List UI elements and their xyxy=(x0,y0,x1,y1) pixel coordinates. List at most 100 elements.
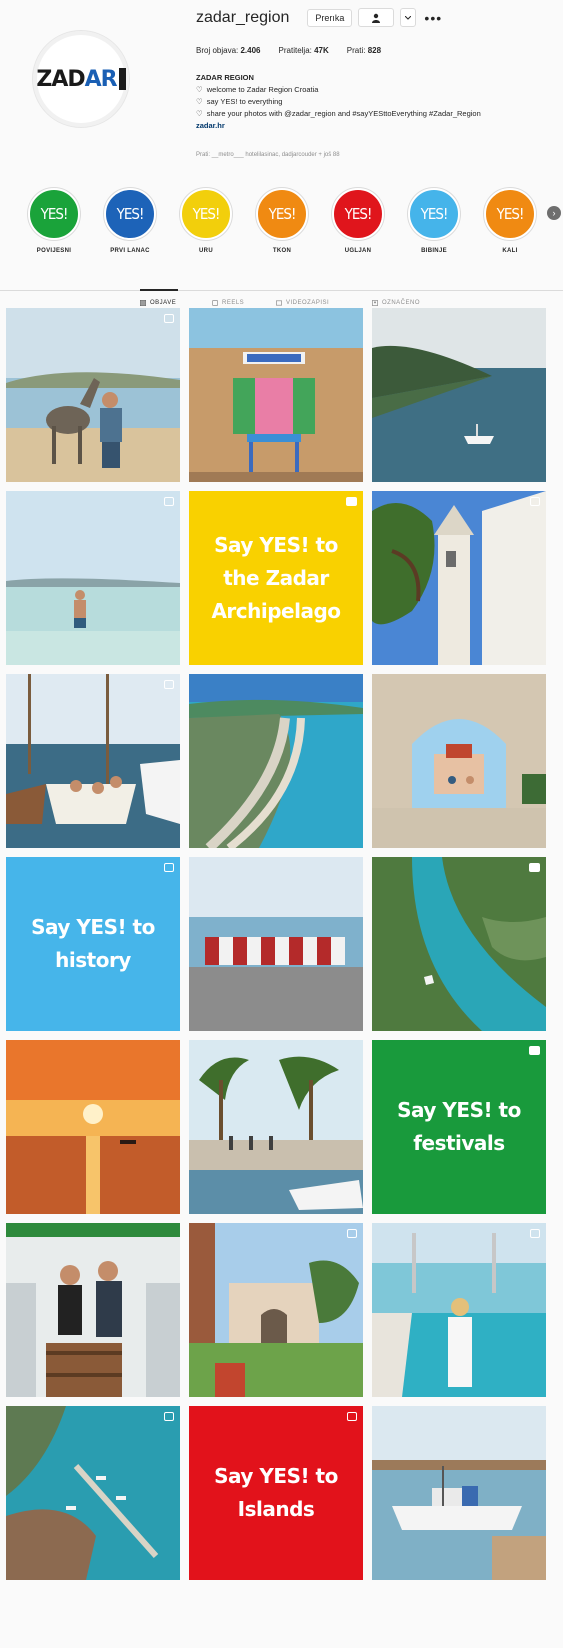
post-caption-text: Say YES! to history xyxy=(31,915,155,972)
tab-reels[interactable]: REELS xyxy=(212,300,244,306)
post-photo-church-tower[interactable] xyxy=(372,491,546,665)
video-icon xyxy=(529,863,540,872)
post-image xyxy=(372,857,546,1031)
heart-icon: ♡ xyxy=(196,85,203,94)
video-icon xyxy=(529,1046,540,1055)
video-icon xyxy=(276,300,282,306)
profile-avatar[interactable]: ZAD AR xyxy=(32,30,130,128)
highlight-label: BIBINJE xyxy=(421,248,447,254)
highlight-ugljan[interactable]: YES! UGLJAN xyxy=(323,188,393,254)
highlight-cover: YES! xyxy=(104,188,156,240)
post-photo-coast-boat[interactable] xyxy=(372,308,546,482)
carousel-icon xyxy=(530,497,540,506)
bio-line: ♡ welcome to Zadar Region Croatia xyxy=(196,85,319,94)
highlight-prvi-lanac[interactable]: YES! PRVI LANAC xyxy=(95,188,165,254)
post-photo-folk-group[interactable] xyxy=(189,857,363,1031)
highlight-label: TKON xyxy=(272,248,292,254)
post-text-tile[interactable]: Say YES! to history xyxy=(6,857,180,1031)
post-image xyxy=(189,308,363,482)
post-photo-man-shallow-sea[interactable] xyxy=(6,491,180,665)
bio-name: ZADAR REGION xyxy=(196,73,254,82)
post-text-tile[interactable]: Say YES! to the Zadar Archipelago xyxy=(189,491,363,665)
highlights-next-icon[interactable]: › xyxy=(547,206,561,220)
post-image xyxy=(6,1406,180,1580)
carousel-icon xyxy=(164,680,174,689)
carousel-icon xyxy=(530,1229,540,1238)
highlight-label: POVIJESNI xyxy=(36,248,72,254)
post-image xyxy=(372,308,546,482)
bio-line: ♡ share your photos with @zadar_region an… xyxy=(196,109,481,118)
highlight-tkon[interactable]: YES! TKON xyxy=(247,188,317,254)
post-caption-text: Say YES! to the Zadar Archipelago xyxy=(211,532,341,623)
tab-tagged[interactable]: OZNAČENO xyxy=(372,300,420,306)
chevron-down-button[interactable] xyxy=(400,8,417,27)
post-text-tile[interactable]: Say YES! to Islands xyxy=(189,1406,363,1580)
chevron-down-icon xyxy=(405,15,412,20)
post-photo-fishing-boats[interactable] xyxy=(372,1406,546,1580)
post-photo-woman-pool[interactable] xyxy=(372,1223,546,1397)
post-image xyxy=(372,491,546,665)
video-icon xyxy=(346,497,357,506)
post-photo-canal-aerial[interactable] xyxy=(372,857,546,1031)
tab-posts[interactable]: OBJAVE xyxy=(140,300,176,306)
tagged-icon xyxy=(372,300,378,306)
profile-bio: ZADAR REGION ♡ welcome to Zadar Region Cr… xyxy=(196,72,546,132)
follow-person-button[interactable] xyxy=(358,8,395,27)
post-photo-harbour-palms[interactable] xyxy=(189,1040,363,1214)
grid-icon xyxy=(140,300,146,306)
post-photo-stone-arch[interactable] xyxy=(372,674,546,848)
carousel-icon xyxy=(347,1412,357,1421)
story-highlights: YES! POVIJESNI YES! PRVI LANAC YES! URU YES! TK… xyxy=(0,188,563,260)
more-options-icon[interactable]: ••• xyxy=(424,10,442,26)
post-image xyxy=(6,674,180,848)
post-image xyxy=(6,1040,180,1214)
post-image xyxy=(189,674,363,848)
followed-by-text[interactable]: Prati: __metro___ hotelilasinac, dadjarc… xyxy=(196,152,340,158)
highlight-cover: YES! xyxy=(408,188,460,240)
highlight-cover: YES! xyxy=(180,188,232,240)
highlight-cover: YES! xyxy=(332,188,384,240)
post-text-tile[interactable]: Say YES! to festivals xyxy=(372,1040,546,1214)
post-image xyxy=(372,1223,546,1397)
heart-icon: ♡ xyxy=(196,109,203,118)
follow-button[interactable]: Prerıka xyxy=(307,8,353,27)
post-image xyxy=(372,1406,546,1580)
bio-line: ♡ say YES! to everything xyxy=(196,97,283,106)
stat-followers[interactable]: Pratitelja: 47K xyxy=(279,46,329,55)
logo-text-zad: ZAD xyxy=(36,66,85,92)
tab-videos[interactable]: VIDEOZAPISI xyxy=(276,300,329,306)
post-photo-aerial-marina[interactable] xyxy=(6,1406,180,1580)
username-row: zadar_region Prerıka ••• xyxy=(196,8,442,27)
profile-stats: Broj objava: 2.406 Pratitelja: 47K Prati… xyxy=(196,46,399,55)
stat-posts: Broj objava: 2.406 xyxy=(196,46,261,55)
post-image xyxy=(6,1223,180,1397)
reels-icon xyxy=(212,300,218,306)
post-image xyxy=(372,674,546,848)
highlight-kali[interactable]: YES! KALI xyxy=(475,188,545,254)
post-caption-text: Say YES! to Islands xyxy=(214,1464,338,1521)
heart-icon: ♡ xyxy=(196,97,203,106)
highlight-bibinje[interactable]: YES! BIBINJE xyxy=(399,188,469,254)
stat-following[interactable]: Prati: 828 xyxy=(347,46,381,55)
post-image xyxy=(6,308,180,482)
bio-website-link[interactable]: zadar.hr xyxy=(196,120,546,132)
post-photo-couple-wine-barrel[interactable] xyxy=(6,1223,180,1397)
carousel-icon xyxy=(164,1412,174,1421)
logo-text-ar: AR xyxy=(84,66,118,92)
post-photo-donkey-beach[interactable] xyxy=(6,308,180,482)
highlight-label: KALI xyxy=(502,248,518,254)
highlight-cover: YES! xyxy=(28,188,80,240)
post-photo-house-window[interactable] xyxy=(189,308,363,482)
profile-header: ZAD AR zadar_region Prerıka ••• Broj obja… xyxy=(0,0,563,160)
zadar-logo: ZAD AR xyxy=(36,66,126,92)
highlight-povijesni[interactable]: YES! POVIJESNI xyxy=(19,188,89,254)
highlight-cover: YES! xyxy=(256,188,308,240)
post-photo-aerial-coast[interactable] xyxy=(189,674,363,848)
person-icon xyxy=(372,13,381,23)
post-image xyxy=(6,491,180,665)
highlight-uru[interactable]: YES! URU xyxy=(171,188,241,254)
post-photo-villa-garden[interactable] xyxy=(189,1223,363,1397)
carousel-icon xyxy=(347,1229,357,1238)
post-photo-sunset-sea[interactable] xyxy=(6,1040,180,1214)
post-photo-sailboats[interactable] xyxy=(6,674,180,848)
